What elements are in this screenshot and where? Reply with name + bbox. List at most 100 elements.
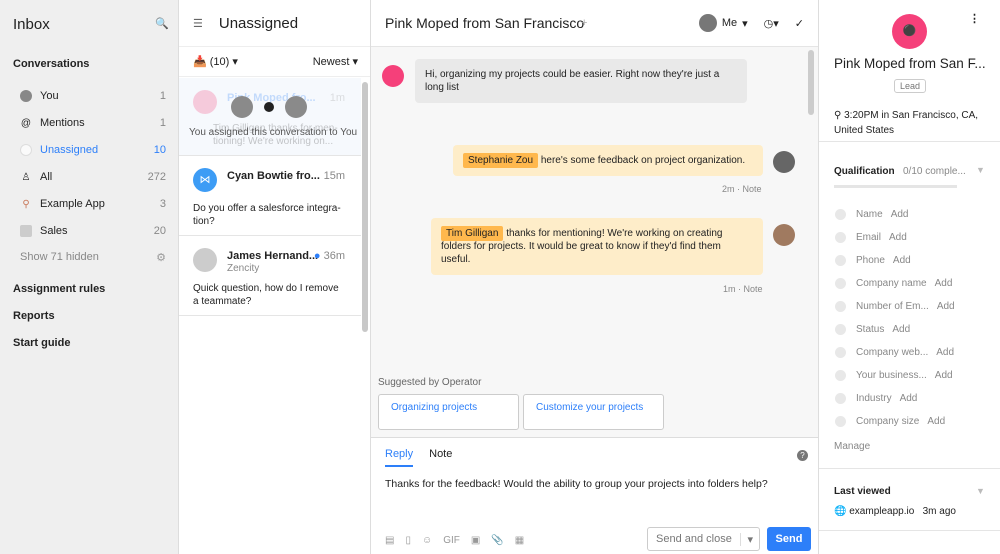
conversation-name: Cyan Bowtie fro... xyxy=(227,170,320,182)
suggestion-button[interactable]: Customize your projects xyxy=(523,394,664,430)
conversation-item[interactable]: Pink Moped fro... 1m Tim Gilligan thanks… xyxy=(179,78,361,156)
reply-input[interactable]: Thanks for the feedback! Would the abili… xyxy=(385,478,805,490)
field-label: Status xyxy=(856,324,884,335)
inbox-filter[interactable]: 📥 (10) ▾ xyxy=(193,55,238,68)
sidebar-item-unassigned[interactable]: Unassigned10 xyxy=(20,141,166,159)
status-dot xyxy=(835,370,846,381)
more-icon[interactable]: ⋮ xyxy=(969,12,980,25)
note-bubble: Stephanie Zou here's some feedback on pr… xyxy=(453,145,763,176)
qualification-field: IndustryAdd xyxy=(835,393,917,404)
at-icon: @ xyxy=(20,117,32,129)
qualification-field: Your business... Add xyxy=(835,370,953,381)
key-icon: ⚲ xyxy=(20,198,32,210)
sidebar-item-mentions[interactable]: @ Mentions1 xyxy=(20,114,166,132)
tab-reply[interactable]: Reply xyxy=(385,448,413,467)
item-count: 272 xyxy=(148,171,166,183)
image-icon[interactable]: ▣ xyxy=(471,535,480,546)
add-button[interactable]: Add xyxy=(900,393,918,404)
article-icon[interactable]: ▤ xyxy=(385,535,394,546)
sidebar-item-example-app[interactable]: ⚲Example App3 xyxy=(20,195,166,213)
add-button[interactable]: Add xyxy=(889,232,907,243)
help-icon[interactable]: ? xyxy=(797,450,808,461)
assignee-dropdown[interactable]: Me▾ xyxy=(699,14,748,32)
suggestion-button[interactable]: Organizing projects xyxy=(378,394,519,430)
sidebar-item-you[interactable]: You1 xyxy=(20,87,166,105)
menu-icon[interactable]: ☰ xyxy=(193,17,203,30)
tab-note[interactable]: Note xyxy=(429,448,452,467)
inbox-title: Inbox xyxy=(13,16,50,33)
team-icon: ♙ xyxy=(20,171,32,183)
mention-tag[interactable]: Tim Gilligan xyxy=(441,226,503,241)
emoji-icon[interactable]: ☺ xyxy=(422,535,432,546)
snooze-icon[interactable]: ◷▾ xyxy=(764,17,779,30)
field-label: Phone xyxy=(856,255,885,266)
item-count: 1 xyxy=(160,90,166,102)
message-meta: 2m · Note xyxy=(722,184,762,194)
conversations-heading: Conversations xyxy=(13,58,89,70)
item-label: Unassigned xyxy=(40,144,154,156)
conversation-item[interactable]: James Hernand... ● 36m Zencity Quick que… xyxy=(179,236,361,316)
show-hidden-link[interactable]: Show 71 hidden⚙ xyxy=(20,248,166,266)
status-dot xyxy=(835,209,846,220)
sort-dropdown[interactable]: Newest ▾ xyxy=(313,55,358,68)
add-button[interactable]: Add xyxy=(937,301,955,312)
search-icon[interactable]: 🔍 xyxy=(155,17,169,30)
add-button[interactable]: Add xyxy=(891,209,909,220)
reports-link[interactable]: Reports xyxy=(13,310,55,322)
item-count: 10 xyxy=(154,144,166,156)
add-button[interactable]: Add xyxy=(892,324,910,335)
profile-name: Pink Moped from San F... xyxy=(834,56,986,71)
mention-tag[interactable]: Stephanie Zou xyxy=(463,153,538,168)
item-label: Mentions xyxy=(40,117,160,129)
start-guide-link[interactable]: Start guide xyxy=(13,337,70,349)
conversation-title: Pink Moped from San Francisco xyxy=(385,15,699,31)
manage-link[interactable]: Manage xyxy=(834,441,870,452)
send-button[interactable]: Send xyxy=(767,527,811,551)
attachment-icon[interactable]: 📎 xyxy=(491,535,503,546)
status-dot xyxy=(835,232,846,243)
agent-avatar xyxy=(773,224,795,246)
close-conversation-icon[interactable]: ✓ xyxy=(795,17,804,30)
gear-icon[interactable]: ⚙ xyxy=(156,251,166,264)
field-label: Your business... xyxy=(856,370,927,381)
last-viewed-site[interactable]: exampleapp.io xyxy=(849,506,914,517)
conversation-item[interactable]: ⋈ Cyan Bowtie fro... 15m Do you offer a … xyxy=(179,156,361,236)
field-label: Name xyxy=(856,209,883,220)
item-label: Sales xyxy=(40,225,154,237)
item-count: 1 xyxy=(160,117,166,129)
conversation-time: 15m xyxy=(324,170,345,182)
chevron-down-icon[interactable]: ▾ xyxy=(740,533,759,546)
add-button[interactable]: Add xyxy=(936,347,954,358)
filter-count: (10) xyxy=(210,56,230,68)
sidebar-item-all[interactable]: ♙All272 xyxy=(20,168,166,186)
qualification-progress: 0/10 comple... xyxy=(903,166,966,177)
status-dot xyxy=(835,416,846,427)
add-person-icon[interactable]: + xyxy=(581,17,587,29)
qualification-field: Phone Add xyxy=(835,255,911,266)
bookmark-icon[interactable]: ▯ xyxy=(405,535,411,546)
sidebar-item-sales[interactable]: Sales20 xyxy=(20,222,166,240)
chevron-down-icon[interactable]: ▼ xyxy=(976,165,985,175)
send-and-close-button[interactable]: Send and close▾ xyxy=(647,527,760,551)
calendar-icon[interactable]: ▦ xyxy=(515,535,524,546)
status-dot xyxy=(835,301,846,312)
add-button[interactable]: Add xyxy=(935,278,953,289)
scrollbar[interactable] xyxy=(808,50,814,115)
add-button[interactable]: Add xyxy=(927,416,945,427)
add-button[interactable]: Add xyxy=(893,255,911,266)
assignment-rules-link[interactable]: Assignment rules xyxy=(13,283,105,295)
chevron-down-icon[interactable]: ▼ xyxy=(976,486,985,496)
conversation-name: James Hernand... xyxy=(227,250,318,262)
note-bubble: Tim Gilligan thanks for mentioning! We'r… xyxy=(431,218,763,275)
field-label: Company web... xyxy=(856,347,928,358)
arrow-icon xyxy=(264,102,274,112)
scrollbar[interactable] xyxy=(362,82,368,332)
gif-button[interactable]: GIF xyxy=(443,535,460,546)
globe-icon: 🌐 xyxy=(834,506,846,517)
status-dot xyxy=(835,278,846,289)
conversation-time: 1m xyxy=(330,92,345,104)
status-dot xyxy=(835,393,846,404)
suggested-label: Suggested by Operator xyxy=(378,377,481,388)
lead-badge: Lead xyxy=(894,79,926,93)
add-button[interactable]: Add xyxy=(935,370,953,381)
